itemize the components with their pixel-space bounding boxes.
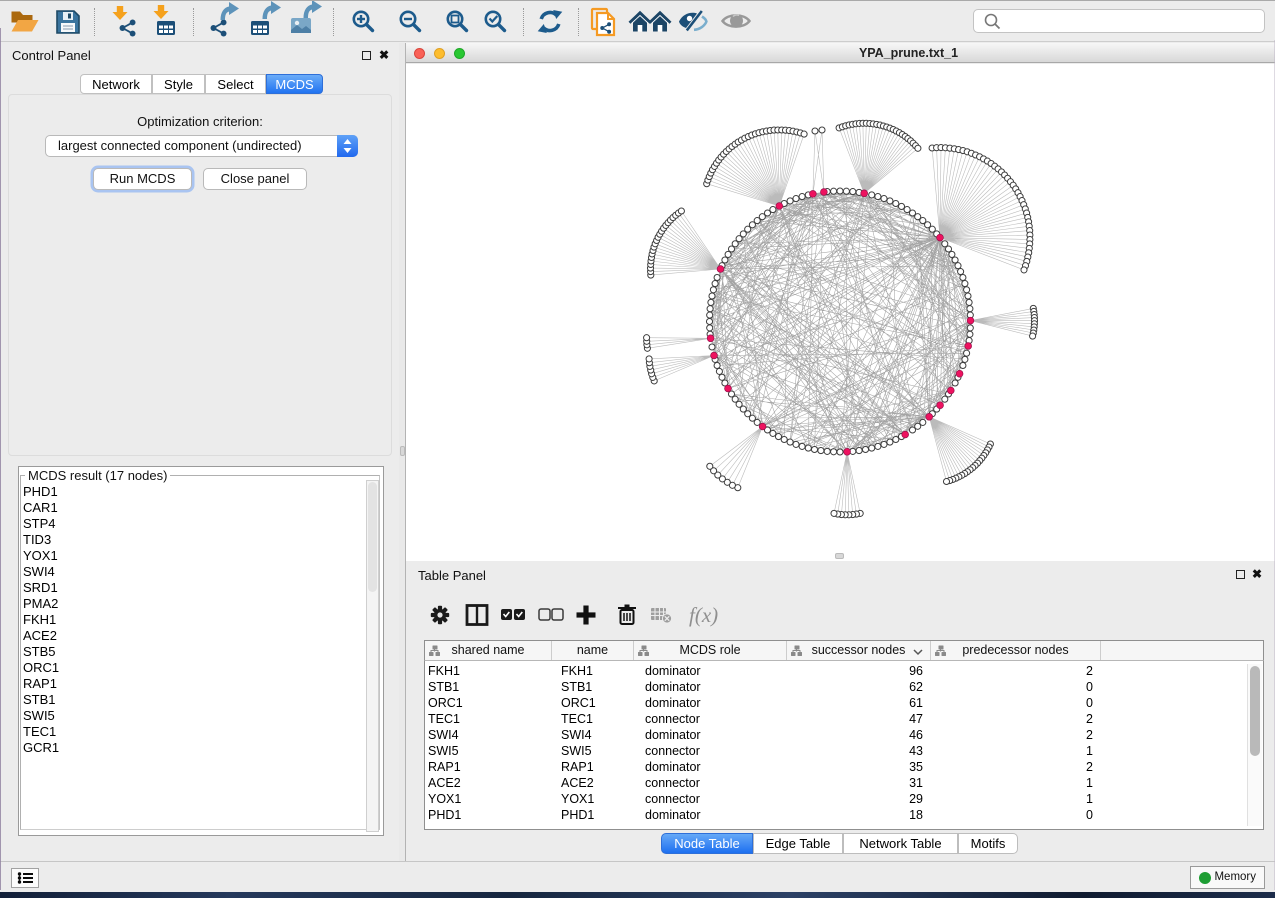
svg-text:f(x): f(x) [689, 603, 718, 627]
